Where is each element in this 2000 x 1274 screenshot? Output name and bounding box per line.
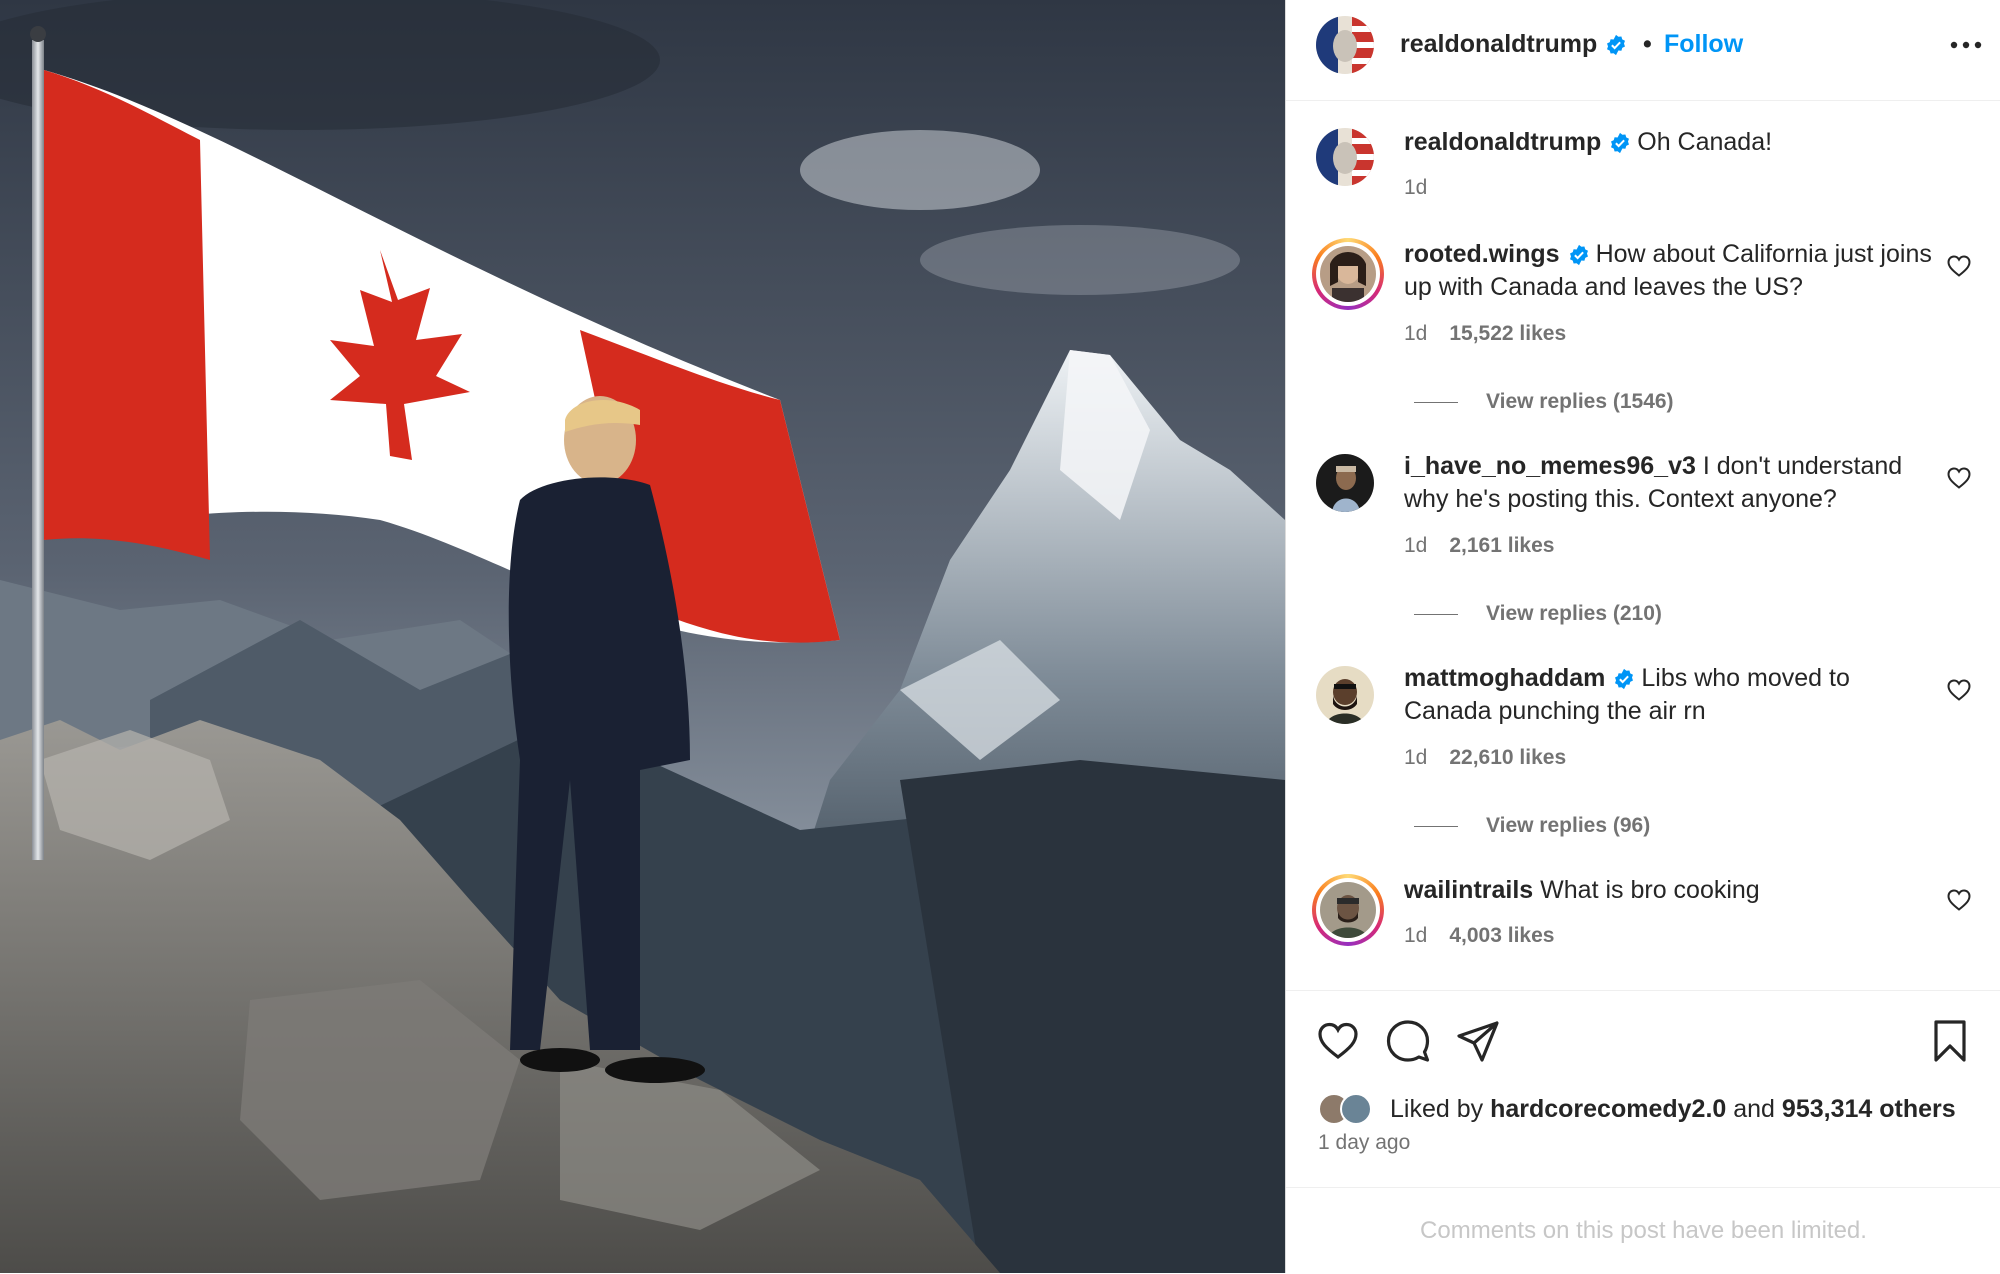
comment-icon[interactable] <box>1386 1019 1430 1063</box>
caption-body: Oh Canada! <box>1637 128 1773 156</box>
verified-badge-icon <box>1569 245 1588 266</box>
comment-likes[interactable]: 4,003 likes <box>1449 924 1554 947</box>
share-icon[interactable] <box>1456 1019 1500 1063</box>
heart-icon[interactable] <box>1946 254 1972 278</box>
comment-likes[interactable]: 15,522 likes <box>1449 322 1566 345</box>
comment-text: i_have_no_memes96_v3 I don't understand … <box>1404 450 1944 516</box>
instagram-post-dialog: realdonaldtrump • Follow realdonaldtrump… <box>0 0 2000 1273</box>
follow-button[interactable]: Follow <box>1664 30 1743 59</box>
comment-item: rooted.wings How about California just jo… <box>1286 238 2000 438</box>
caption-time[interactable]: 1d <box>1404 176 1427 199</box>
verified-badge-icon <box>1611 133 1630 154</box>
comments-list[interactable]: realdonaldtrump Oh Canada! 1d rooted.wing… <box>1286 102 2000 990</box>
bookmark-icon[interactable] <box>1928 1019 1972 1063</box>
more-options-icon[interactable] <box>1946 30 1986 60</box>
author-username[interactable]: realdonaldtrump <box>1400 30 1627 59</box>
heart-icon[interactable] <box>1946 678 1972 702</box>
caption-username[interactable]: realdonaldtrump <box>1404 128 1601 156</box>
comment-username[interactable]: i_have_no_memes96_v3 <box>1404 452 1696 480</box>
comment-item: i_have_no_memes96_v3 I don't understand … <box>1286 450 2000 650</box>
post-details-panel: realdonaldtrump • Follow realdonaldtrump… <box>1285 0 2000 1273</box>
comment-body: What is bro cooking <box>1540 876 1760 904</box>
comment-item: mattmoghaddam Libs who moved to Canada pu… <box>1286 662 2000 862</box>
post-header: realdonaldtrump • Follow <box>1286 0 2000 101</box>
comment-meta: 1d 4,003 likes <box>1404 924 1554 948</box>
replies-divider <box>1414 613 1458 615</box>
comment-username[interactable]: mattmoghaddam <box>1404 664 1605 692</box>
commenter-avatar[interactable] <box>1312 874 1384 946</box>
commenter-avatar[interactable] <box>1316 454 1374 512</box>
liker-avatar <box>1340 1093 1372 1125</box>
comment-username[interactable]: wailintrails <box>1404 876 1533 904</box>
liked-by-avatars <box>1318 1091 1384 1127</box>
comment-time[interactable]: 1d <box>1404 322 1427 345</box>
post-actions: Liked by hardcorecomedy2.0 and 953,314 o… <box>1286 990 2000 1273</box>
liked-by-prefix: Liked by <box>1390 1094 1484 1123</box>
comment-time[interactable]: 1d <box>1404 924 1427 947</box>
view-replies-button[interactable]: View replies (210) <box>1414 602 1662 626</box>
comment-meta: 1d 2,161 likes <box>1404 534 1554 558</box>
liked-by-summary: Liked by hardcorecomedy2.0 and 953,314 o… <box>1318 1091 1956 1127</box>
commenter-avatar[interactable] <box>1312 238 1384 310</box>
author-avatar[interactable] <box>1316 16 1374 74</box>
liked-by-user[interactable]: hardcorecomedy2.0 <box>1490 1095 1726 1124</box>
view-replies-label: View replies (96) <box>1486 814 1651 837</box>
commenter-avatar[interactable] <box>1316 666 1374 724</box>
comments-limited-notice: Comments on this post have been limited. <box>1286 1187 2000 1274</box>
view-replies-button[interactable]: View replies (1546) <box>1414 390 1674 414</box>
view-replies-button[interactable]: View replies (96) <box>1414 814 1650 838</box>
heart-icon[interactable] <box>1316 1019 1360 1063</box>
comment-time[interactable]: 1d <box>1404 746 1427 769</box>
caption-avatar[interactable] <box>1316 128 1374 186</box>
comment-username[interactable]: rooted.wings <box>1404 240 1560 268</box>
comment-likes[interactable]: 2,161 likes <box>1449 534 1554 557</box>
view-replies-label: View replies (1546) <box>1486 390 1674 413</box>
comment-meta: 1d 22,610 likes <box>1404 746 1566 770</box>
view-replies-label: View replies (210) <box>1486 602 1662 625</box>
liked-by-others[interactable]: 953,314 others <box>1782 1095 1956 1124</box>
post-image[interactable] <box>0 0 1285 1273</box>
header-separator: • <box>1643 30 1652 58</box>
heart-icon[interactable] <box>1946 466 1972 490</box>
comment-meta: 1d 15,522 likes <box>1404 322 1566 346</box>
comment-text: rooted.wings How about California just jo… <box>1404 238 1944 304</box>
caption-text: realdonaldtrump Oh Canada! <box>1404 126 1944 159</box>
comment-time[interactable]: 1d <box>1404 534 1427 557</box>
caption-meta: 1d <box>1404 176 1427 200</box>
comment-likes[interactable]: 22,610 likes <box>1449 746 1566 769</box>
replies-divider <box>1414 825 1458 827</box>
post-timestamp[interactable]: 1 day ago <box>1318 1131 1410 1155</box>
post-image-illustration <box>0 0 1285 1273</box>
comment-text: mattmoghaddam Libs who moved to Canada pu… <box>1404 662 1944 728</box>
verified-badge-icon <box>1607 35 1626 56</box>
comment-item: wailintrails What is bro cooking 1d 4,003… <box>1286 874 2000 984</box>
post-caption: realdonaldtrump Oh Canada! 1d <box>1286 126 2000 216</box>
verified-badge-icon <box>1615 669 1634 690</box>
heart-icon[interactable] <box>1946 888 1972 912</box>
replies-divider <box>1414 401 1458 403</box>
liked-by-joiner: and <box>1733 1094 1775 1123</box>
comment-text: wailintrails What is bro cooking <box>1404 874 1944 907</box>
